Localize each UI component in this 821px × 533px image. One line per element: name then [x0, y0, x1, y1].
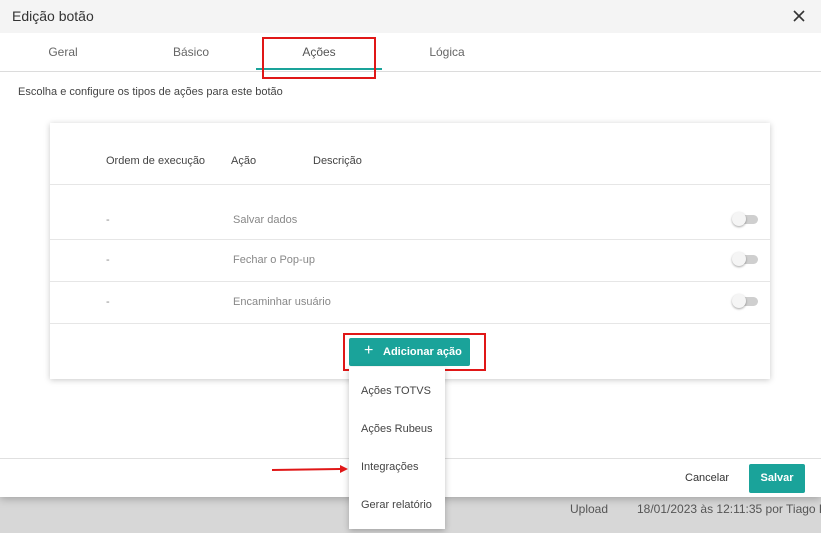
row-order: -	[106, 296, 110, 308]
table-row: - Fechar o Pop-up	[50, 239, 770, 282]
close-icon[interactable]	[789, 6, 809, 26]
red-arrow-annotation-icon	[271, 465, 348, 473]
menu-item-label: Gerar relatório	[361, 499, 432, 511]
modal-header: Edição botão	[0, 0, 821, 33]
menu-item-label: Ações Rubeus	[361, 423, 433, 435]
row-action: Fechar o Pop-up	[233, 254, 315, 266]
table-row: - Salvar dados	[50, 184, 770, 239]
save-button[interactable]: Salvar	[749, 464, 805, 493]
cancel-button[interactable]: Cancelar	[685, 472, 729, 484]
instruction-text: Escolha e configure os tipos de ações pa…	[18, 86, 283, 98]
tab-geral[interactable]: Geral	[0, 33, 126, 71]
toggle-knob	[732, 212, 746, 226]
tab-basico[interactable]: Básico	[128, 33, 254, 71]
row-toggle-switch[interactable]	[732, 294, 758, 308]
toggle-knob	[732, 294, 746, 308]
column-header-description: Descrição	[313, 155, 362, 167]
row-toggle-switch[interactable]	[732, 212, 758, 226]
column-header-action: Ação	[231, 155, 257, 167]
menu-item-integracoes[interactable]: Integrações	[349, 449, 445, 487]
toggle-knob	[732, 252, 746, 266]
background-date-text: 18/01/2023 às 12:11:35 por Tiago Pe	[637, 502, 821, 516]
column-header-order: Ordem de execução	[106, 155, 206, 167]
menu-item-acoes-rubeus[interactable]: Ações Rubeus	[349, 411, 445, 449]
tab-highlight-box	[262, 37, 376, 79]
menu-item-gerar-relatorio[interactable]: Gerar relatório	[349, 487, 445, 525]
background-upload-label: Upload	[570, 502, 609, 516]
row-toggle-switch[interactable]	[732, 252, 758, 266]
add-action-dropdown-menu: Ações TOTVS Ações Rubeus Integrações Ger…	[349, 367, 445, 529]
row-action: Encaminhar usuário	[233, 296, 331, 308]
modal-title: Edição botão	[12, 8, 94, 24]
row-order: -	[106, 214, 110, 226]
row-order: -	[106, 254, 110, 266]
tab-logica[interactable]: Lógica	[384, 33, 510, 71]
table-bottom-divider	[50, 323, 770, 324]
row-action: Salvar dados	[233, 214, 298, 226]
menu-item-label: Ações TOTVS	[361, 385, 431, 397]
table-row: - Encaminhar usuário	[50, 281, 770, 324]
menu-item-acoes-totvs[interactable]: Ações TOTVS	[349, 373, 445, 411]
add-action-highlight-box	[343, 333, 486, 371]
menu-item-label: Integrações	[361, 461, 419, 473]
tab-bar: Geral Básico Ações Lógica	[0, 33, 821, 72]
